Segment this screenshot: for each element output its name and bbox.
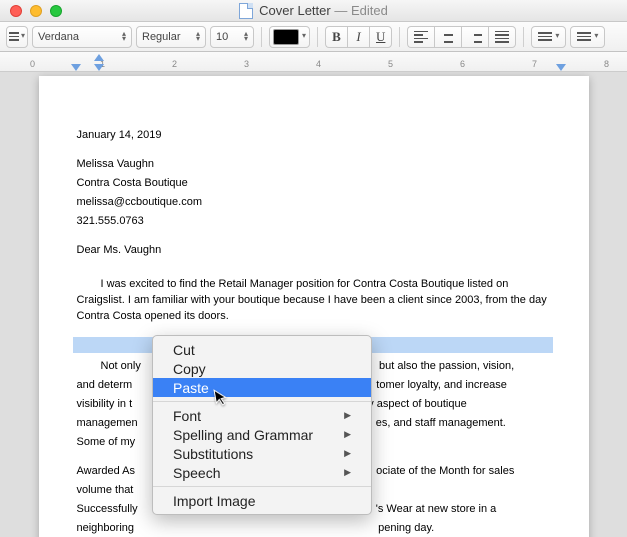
indent-marker-first-line[interactable]	[71, 64, 81, 71]
menu-item-font[interactable]: Font	[153, 406, 371, 425]
window-titlebar: Cover Letter — Edited	[0, 0, 627, 22]
align-right-icon	[468, 31, 482, 43]
ruler-mark: 4	[316, 59, 321, 69]
bold-button[interactable]: B	[325, 26, 347, 48]
zoom-window-button[interactable]	[50, 5, 62, 17]
menu-item-spelling-grammar[interactable]: Spelling and Grammar	[153, 425, 371, 444]
menu-item-substitutions[interactable]: Substitutions	[153, 444, 371, 463]
menu-item-import-image[interactable]: Import Image	[153, 491, 371, 510]
font-family-select[interactable]: Verdana ▴▾	[32, 26, 132, 48]
paragraph-style-button[interactable]: ▾	[6, 26, 28, 48]
bullet-line: neighboring pening day.	[77, 521, 549, 537]
align-right-button[interactable]	[461, 26, 488, 48]
ruler-mark: 8	[604, 59, 609, 69]
list-style-button[interactable]: ▾	[570, 26, 605, 48]
italic-button[interactable]: I	[347, 26, 369, 48]
font-size-select[interactable]: 10 ▴▾	[210, 26, 254, 48]
ruler-mark: 6	[460, 59, 465, 69]
chevron-updown-icon: ▴▾	[196, 32, 200, 42]
chevron-down-icon: ▾	[594, 34, 598, 39]
formatting-toolbar: ▾ Verdana ▴▾ Regular ▴▾ 10 ▴▾ ▾ B I U	[0, 22, 627, 52]
ruler-mark: 5	[388, 59, 393, 69]
font-size-value: 10	[216, 31, 228, 43]
text-style-group: B I U	[325, 26, 392, 48]
close-window-button[interactable]	[10, 5, 22, 17]
font-family-value: Verdana	[38, 31, 79, 43]
menu-item-paste[interactable]: Paste	[153, 378, 371, 397]
recipient-phone: 321.555.0763	[77, 214, 549, 230]
chevron-down-icon: ▾	[302, 34, 306, 39]
font-style-value: Regular	[142, 31, 181, 43]
document-icon	[239, 3, 253, 19]
context-menu: Cut Copy Paste Font Spelling and Grammar…	[152, 335, 372, 515]
menu-divider	[153, 486, 371, 487]
chevron-updown-icon: ▴▾	[122, 32, 126, 42]
align-justify-icon	[495, 31, 509, 43]
alignment-group	[407, 26, 516, 48]
salutation: Dear Ms. Vaughn	[77, 243, 549, 259]
toolbar-separator	[317, 27, 318, 47]
chevron-down-icon: ▾	[21, 34, 25, 39]
menu-item-cut[interactable]: Cut	[153, 340, 371, 359]
recipient-company: Contra Costa Boutique	[77, 176, 549, 192]
recipient-email: melissa@ccboutique.com	[77, 195, 549, 211]
ruler-mark: 2	[172, 59, 177, 69]
list-icon	[577, 32, 591, 41]
align-left-icon	[414, 31, 428, 43]
toolbar-separator	[261, 27, 262, 47]
align-left-button[interactable]	[407, 26, 434, 48]
align-justify-button[interactable]	[488, 26, 516, 48]
toolbar-separator	[399, 27, 400, 47]
ruler-mark: 3	[244, 59, 249, 69]
underline-button[interactable]: U	[369, 26, 392, 48]
chevron-down-icon: ▾	[555, 34, 559, 39]
indent-marker-left[interactable]	[94, 54, 104, 61]
paragraph-style-icon	[9, 32, 19, 41]
traffic-lights	[0, 5, 62, 17]
align-center-icon	[441, 31, 455, 43]
font-style-select[interactable]: Regular ▴▾	[136, 26, 206, 48]
document-title-text: Cover Letter	[259, 3, 331, 18]
line-spacing-icon	[538, 32, 552, 41]
horizontal-ruler[interactable]: 0 1 2 3 4 5 6 7 8	[0, 52, 627, 72]
recipient-name: Melissa Vaughn	[77, 157, 549, 173]
chevron-updown-icon: ▴▾	[244, 32, 248, 42]
ruler-mark: 7	[532, 59, 537, 69]
document-edited-suffix: — Edited	[334, 3, 387, 18]
toolbar-separator	[523, 27, 524, 47]
ruler-mark: 0	[30, 59, 35, 69]
color-swatch-icon	[273, 29, 299, 45]
menu-item-speech[interactable]: Speech	[153, 463, 371, 482]
indent-marker-hanging[interactable]	[94, 64, 104, 71]
body-paragraph-1: I was excited to find the Retail Manager…	[77, 277, 549, 325]
indent-marker-right[interactable]	[556, 64, 566, 71]
window-title: Cover Letter — Edited	[0, 3, 627, 19]
doc-date: January 14, 2019	[77, 128, 549, 144]
menu-divider	[153, 401, 371, 402]
align-center-button[interactable]	[434, 26, 461, 48]
minimize-window-button[interactable]	[30, 5, 42, 17]
line-spacing-button[interactable]: ▾	[531, 26, 566, 48]
text-color-button[interactable]: ▾	[269, 26, 310, 48]
menu-item-copy[interactable]: Copy	[153, 359, 371, 378]
